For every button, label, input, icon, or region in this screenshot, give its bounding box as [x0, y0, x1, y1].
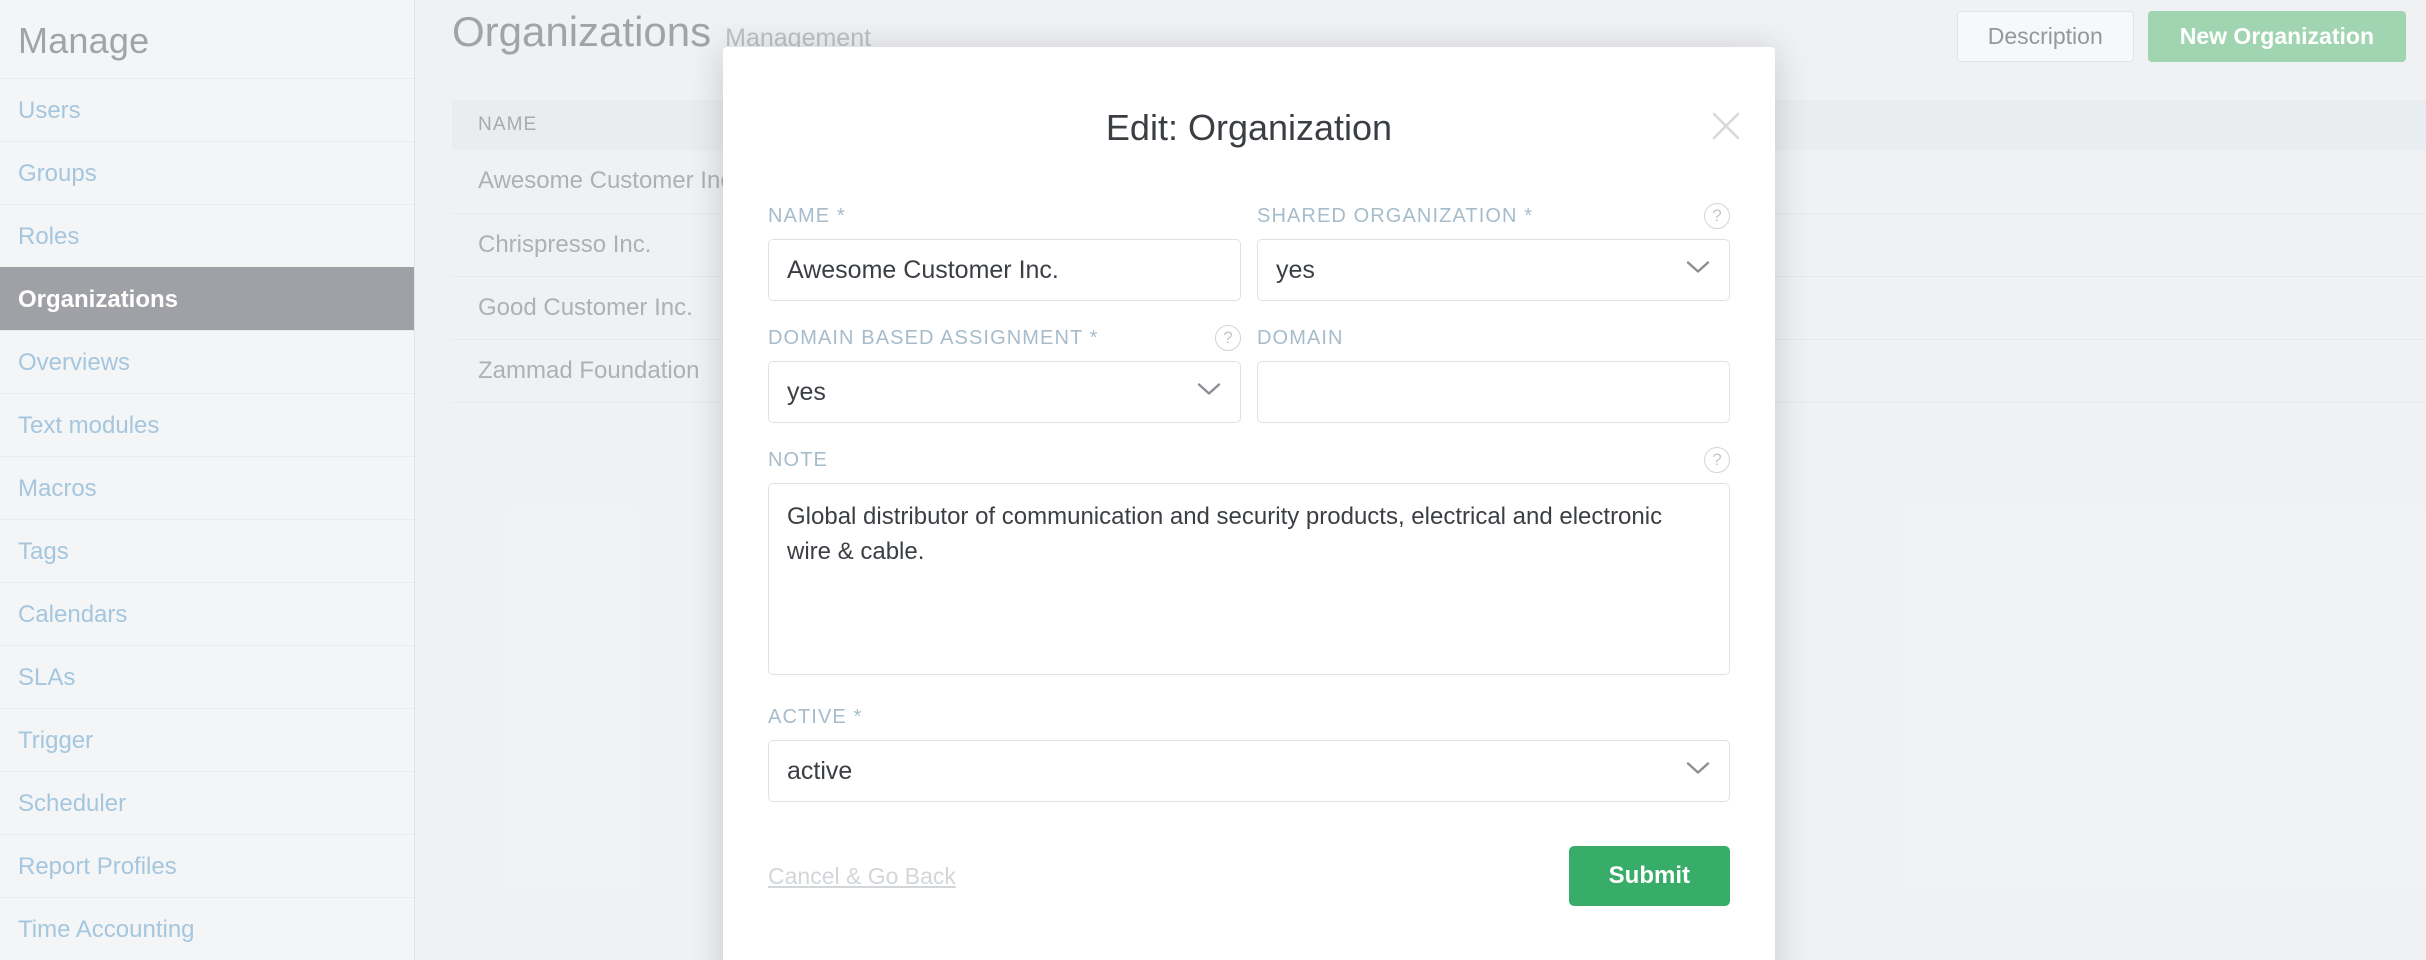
app-root: Manage Users Groups Roles Organizations …	[0, 0, 2426, 960]
field-active: ACTIVE *	[768, 702, 1730, 802]
modal-footer: Cancel & Go Back Submit	[723, 824, 1775, 906]
form-row-4: ACTIVE *	[768, 702, 1730, 824]
domain-based-assignment-select[interactable]	[768, 361, 1241, 423]
label-line-domain-based-assignment: DOMAIN BASED ASSIGNMENT * ?	[768, 323, 1241, 353]
label-domain-based-assignment: DOMAIN BASED ASSIGNMENT *	[768, 326, 1099, 349]
label-line-shared-organization: SHARED ORGANIZATION * ?	[1257, 201, 1730, 231]
field-domain-based-assignment: DOMAIN BASED ASSIGNMENT * ?	[768, 323, 1241, 423]
note-textarea[interactable]	[768, 483, 1730, 675]
label-line-name: NAME *	[768, 201, 1241, 231]
field-col-shared-organization: SHARED ORGANIZATION * ?	[1257, 201, 1730, 323]
field-note: NOTE ?	[768, 445, 1730, 680]
field-col-active: ACTIVE *	[768, 702, 1730, 824]
shared-organization-select[interactable]	[1257, 239, 1730, 301]
name-input[interactable]	[768, 239, 1241, 301]
shared-organization-select-wrap	[1257, 239, 1730, 301]
label-domain: DOMAIN	[1257, 326, 1344, 349]
domain-input[interactable]	[1257, 361, 1730, 423]
help-icon[interactable]: ?	[1215, 325, 1241, 351]
label-name: NAME *	[768, 204, 846, 227]
domain-based-assignment-select-wrap	[768, 361, 1241, 423]
active-select[interactable]	[768, 740, 1730, 802]
submit-button[interactable]: Submit	[1568, 846, 1730, 906]
modal-title: Edit: Organization	[1105, 107, 1393, 148]
modal-body: NAME * SHARED ORGANIZATION * ?	[723, 149, 1775, 824]
field-col-domain-based-assignment: DOMAIN BASED ASSIGNMENT * ?	[768, 323, 1241, 445]
label-line-note: NOTE ?	[768, 445, 1730, 475]
field-shared-organization: SHARED ORGANIZATION * ?	[1257, 201, 1730, 301]
field-col-domain: DOMAIN	[1257, 323, 1730, 445]
label-line-domain: DOMAIN	[1257, 323, 1730, 353]
form-row-1: NAME * SHARED ORGANIZATION * ?	[768, 201, 1730, 323]
field-col-name: NAME *	[768, 201, 1241, 323]
field-name: NAME *	[768, 201, 1241, 301]
close-icon[interactable]	[1709, 109, 1743, 143]
edit-organization-modal: Edit: Organization NAME * SHARED ORGANI	[723, 47, 1775, 960]
field-domain: DOMAIN	[1257, 323, 1730, 423]
label-shared-organization: SHARED ORGANIZATION *	[1257, 204, 1534, 227]
label-line-active: ACTIVE *	[768, 702, 1730, 732]
form-row-3: NOTE ?	[768, 445, 1730, 702]
field-col-note: NOTE ?	[768, 445, 1730, 702]
cancel-and-go-back-link[interactable]: Cancel & Go Back	[768, 863, 956, 890]
label-active: ACTIVE *	[768, 705, 863, 728]
form-row-2: DOMAIN BASED ASSIGNMENT * ? yes DOMAIN	[768, 323, 1730, 445]
help-icon[interactable]: ?	[1704, 447, 1730, 473]
help-icon[interactable]: ?	[1704, 203, 1730, 229]
label-note: NOTE	[768, 448, 828, 471]
active-select-wrap	[768, 740, 1730, 802]
